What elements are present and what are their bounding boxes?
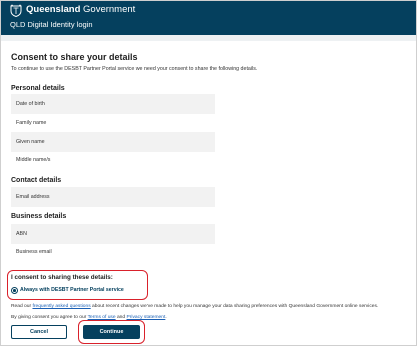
field-label: ABN <box>16 231 27 237</box>
login-page: Queensland Government QLD Digital Identi… <box>0 0 417 346</box>
field-label: Given name <box>16 139 45 145</box>
field-label: Middle name/s <box>16 157 51 163</box>
faq-notice: Read our frequently asked questions abou… <box>11 304 379 309</box>
header-band <box>1 35 416 41</box>
site-header: Queensland Government QLD Digital Identi… <box>1 1 416 35</box>
personal-details-heading: Personal details <box>11 85 65 92</box>
business-details-heading: Business details <box>11 213 67 220</box>
continue-button[interactable]: Continue <box>83 325 140 339</box>
consent-radio[interactable] <box>11 287 18 294</box>
cancel-button[interactable]: Cancel <box>11 325 67 339</box>
queensland-crest-icon <box>10 4 22 17</box>
field-label: Family name <box>16 120 47 126</box>
field-row-abn <box>11 224 215 244</box>
service-subtitle: QLD Digital Identity login <box>10 20 93 29</box>
government-brand: Queensland Government <box>26 4 136 15</box>
faq-link[interactable]: frequently asked questions <box>32 304 90 309</box>
page-title: Consent to share your details <box>11 52 138 62</box>
field-label: Business email <box>16 249 52 255</box>
field-label: Date of birth <box>16 101 45 107</box>
consent-title: I consent to sharing these details: <box>11 274 113 281</box>
field-label: Email address <box>16 194 50 200</box>
contact-details-heading: Contact details <box>11 177 62 184</box>
consent-option-label[interactable]: Always with DESBT Partner Portal service <box>20 287 124 293</box>
intro-text: To continue to use the DESBT Partner Por… <box>11 66 258 72</box>
